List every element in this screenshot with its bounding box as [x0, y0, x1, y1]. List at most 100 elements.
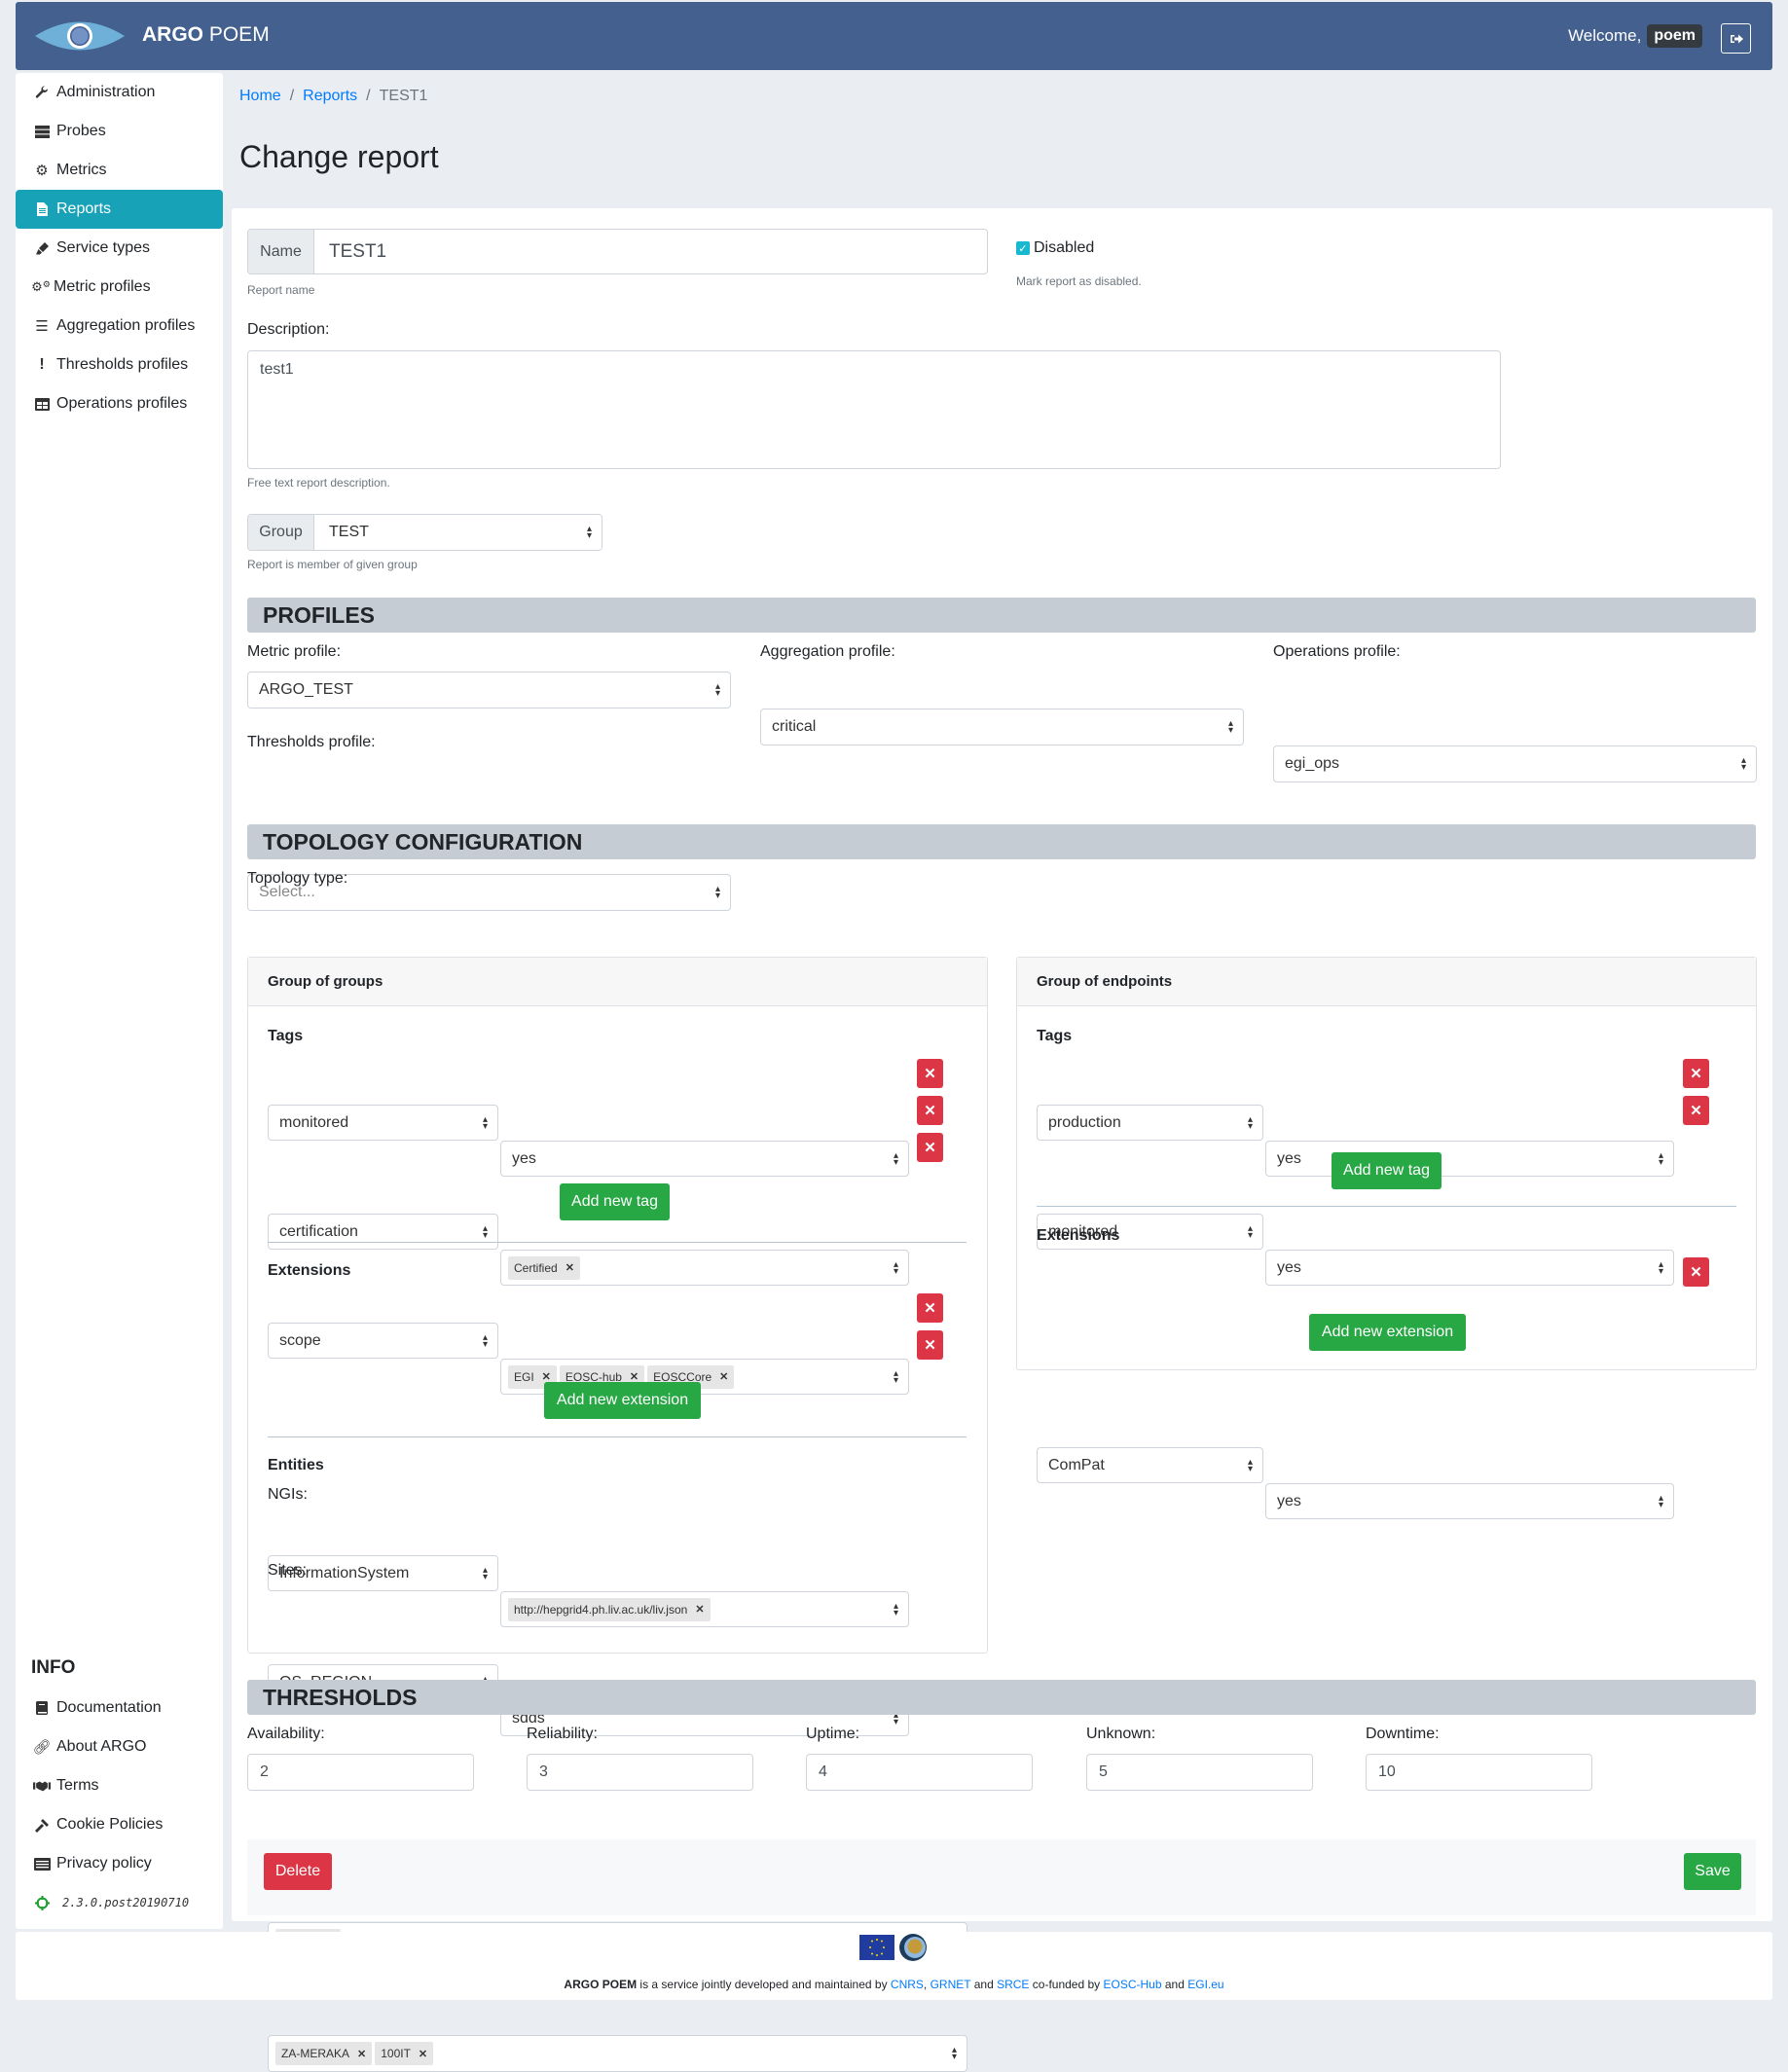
- delete-button[interactable]: Delete: [264, 1853, 332, 1890]
- sidebar-item-about-argo[interactable]: 🔗︎ About ARGO: [16, 1727, 223, 1766]
- disabled-checkbox[interactable]: ✓: [1016, 241, 1030, 255]
- groups-add-extension-button[interactable]: Add new extension: [544, 1382, 701, 1419]
- groups-tag-key-select[interactable]: certification ▴ ▾: [268, 1214, 498, 1250]
- argo-logo-icon[interactable]: [33, 14, 127, 58]
- extension-value-chip: http://hepgrid4.ph.liv.ac.uk/liv.json ✕: [508, 1597, 711, 1621]
- logout-button[interactable]: [1721, 23, 1751, 54]
- footer-text: ARGO POEM is a service jointly developed…: [16, 1978, 1772, 1991]
- remove-tag-button[interactable]: ✕: [1683, 1059, 1709, 1088]
- sidebar-item-metric-profiles[interactable]: ⚙ ⚙ Metric profiles: [16, 268, 223, 307]
- srce-link[interactable]: SRCE: [997, 1978, 1029, 1991]
- name-help: Report name: [247, 283, 315, 297]
- sidebar-item-label: Privacy policy: [56, 1855, 152, 1872]
- site-chip: 100IT ✕: [375, 2042, 434, 2065]
- description-textarea[interactable]: test1: [247, 350, 1501, 469]
- sidebar-item-service-types[interactable]: Service types: [16, 229, 223, 268]
- remove-chip-icon[interactable]: ✕: [566, 1261, 574, 1274]
- page-title: Change report: [239, 139, 439, 174]
- remove-chip-icon[interactable]: ✕: [357, 2048, 366, 2060]
- metric-profile-value: ARGO_TEST: [259, 681, 353, 698]
- downtime-input[interactable]: 10: [1366, 1754, 1592, 1791]
- close-icon: ✕: [924, 1140, 936, 1156]
- aggregation-profile-select[interactable]: critical ▴ ▾: [760, 709, 1244, 745]
- groups-tag-value-select[interactable]: yes ▴ ▾: [500, 1141, 909, 1177]
- egi-logo-icon: [899, 1934, 927, 1961]
- grnet-link[interactable]: GRNET: [930, 1978, 971, 1991]
- breadcrumb-home[interactable]: Home: [239, 88, 281, 104]
- endpoints-tag-key-select[interactable]: production ▴ ▾: [1037, 1105, 1263, 1141]
- remove-chip-icon[interactable]: ✕: [419, 2048, 427, 2060]
- groups-extensions-label: Extensions: [268, 1262, 351, 1279]
- groups-add-tag-button[interactable]: Add new tag: [560, 1183, 670, 1220]
- groups-tag-value-select[interactable]: Certified ✕ ▴ ▾: [500, 1250, 909, 1286]
- remove-extension-button[interactable]: ✕: [917, 1330, 943, 1360]
- remove-tag-button[interactable]: ✕: [917, 1059, 943, 1088]
- endpoints-tag-value-select[interactable]: yes ▴ ▾: [1265, 1250, 1674, 1286]
- operations-profile-select[interactable]: egi_ops ▴ ▾: [1273, 745, 1757, 782]
- select-arrows-icon: ▴▾: [893, 1367, 898, 1386]
- close-icon: ✕: [924, 1337, 936, 1354]
- version-text: 2.3.0.post20190710: [62, 1896, 190, 1909]
- tag-key-value: scope: [279, 1331, 321, 1349]
- tag-value: yes: [1277, 1258, 1301, 1276]
- table-icon: [33, 397, 51, 411]
- endpoints-add-tag-button[interactable]: Add new tag: [1332, 1152, 1441, 1189]
- app-brand[interactable]: ARGO POEM: [142, 23, 270, 47]
- sidebar-item-aggregation-profiles[interactable]: ☰ Aggregation profiles: [16, 307, 223, 345]
- select-arrows-icon: ▴▾: [1658, 1492, 1663, 1510]
- tasks-icon: ☰: [35, 318, 49, 335]
- sidebar-item-thresholds-profiles[interactable]: ! Thresholds profiles: [16, 345, 223, 384]
- sidebar-item-administration[interactable]: Administration: [16, 73, 223, 112]
- availability-input[interactable]: 2: [247, 1754, 474, 1791]
- breadcrumb-reports[interactable]: Reports: [303, 88, 357, 104]
- tag-value: yes: [512, 1149, 536, 1167]
- sidebar-item-label: Service types: [56, 239, 151, 256]
- name-label: Name: [248, 230, 314, 273]
- disabled-label: Disabled: [1034, 239, 1095, 256]
- sidebar-item-documentation[interactable]: Documentation: [16, 1689, 223, 1727]
- cnrs-link[interactable]: CNRS: [891, 1978, 924, 1991]
- ngis-label: NGIs:: [268, 1486, 308, 1503]
- endpoints-tag-value-select[interactable]: yes ▴ ▾: [1265, 1141, 1674, 1177]
- footer-text-part: and: [970, 1978, 998, 1991]
- sites-multiselect[interactable]: ZA-MERAKA ✕ 100IT ✕ ▴ ▾: [268, 2035, 967, 2072]
- remove-chip-icon[interactable]: ✕: [719, 1370, 728, 1383]
- crosshairs-icon: [33, 1895, 51, 1910]
- remove-tag-button[interactable]: ✕: [917, 1096, 943, 1125]
- metric-profile-select[interactable]: ARGO_TEST ▴ ▾: [247, 672, 731, 709]
- sidebar-item-terms[interactable]: Terms: [16, 1766, 223, 1805]
- remove-extension-button[interactable]: ✕: [1683, 1257, 1709, 1287]
- groups-tag-key-select[interactable]: monitored ▴ ▾: [268, 1105, 498, 1141]
- select-arrows-icon: ▴▾: [893, 1149, 898, 1168]
- gavel-icon: [33, 1818, 51, 1833]
- endpoints-extension-value-select[interactable]: yes ▴ ▾: [1265, 1483, 1674, 1519]
- save-button[interactable]: Save: [1684, 1853, 1741, 1890]
- remove-chip-icon[interactable]: ✕: [695, 1603, 704, 1616]
- sidebar-item-privacy-policy[interactable]: Privacy policy: [16, 1844, 223, 1883]
- unknown-input[interactable]: 5: [1086, 1754, 1313, 1791]
- sidebar-item-metrics[interactable]: ⚙ Metrics: [16, 151, 223, 190]
- uptime-input[interactable]: 4: [806, 1754, 1033, 1791]
- sidebar-item-probes[interactable]: Probes: [16, 112, 223, 151]
- reliability-input[interactable]: 3: [527, 1754, 753, 1791]
- group-select[interactable]: TEST ▴ ▾: [314, 515, 602, 550]
- sidebar-item-reports[interactable]: Reports: [16, 190, 223, 229]
- sidebar-item-cookie-policies[interactable]: Cookie Policies: [16, 1805, 223, 1844]
- eosc-hub-link[interactable]: EOSC-Hub: [1104, 1978, 1162, 1991]
- groups-tag-key-select[interactable]: scope ▴ ▾: [268, 1323, 498, 1359]
- exclamation-icon: !: [39, 356, 45, 373]
- select-arrows-icon: ▴▾: [482, 1331, 488, 1350]
- endpoints-add-extension-button[interactable]: Add new extension: [1309, 1314, 1466, 1351]
- remove-extension-button[interactable]: ✕: [917, 1293, 943, 1323]
- select-arrows-icon: ▴▾: [714, 884, 720, 901]
- endpoints-extension-key-select[interactable]: ComPat ▴ ▾: [1037, 1447, 1263, 1483]
- name-input[interactable]: TEST1: [314, 230, 987, 273]
- remove-tag-button[interactable]: ✕: [1683, 1096, 1709, 1125]
- close-icon: ✕: [1690, 1066, 1702, 1082]
- egi-link[interactable]: EGI.eu: [1187, 1978, 1223, 1991]
- remove-tag-button[interactable]: ✕: [917, 1133, 943, 1162]
- sidebar-item-operations-profiles[interactable]: Operations profiles: [16, 384, 223, 423]
- sidebar-item-label: Metric profiles: [54, 278, 151, 295]
- description-label: Description:: [247, 321, 330, 338]
- groups-extension-value-select[interactable]: http://hepgrid4.ph.liv.ac.uk/liv.json ✕ ▴…: [500, 1591, 909, 1627]
